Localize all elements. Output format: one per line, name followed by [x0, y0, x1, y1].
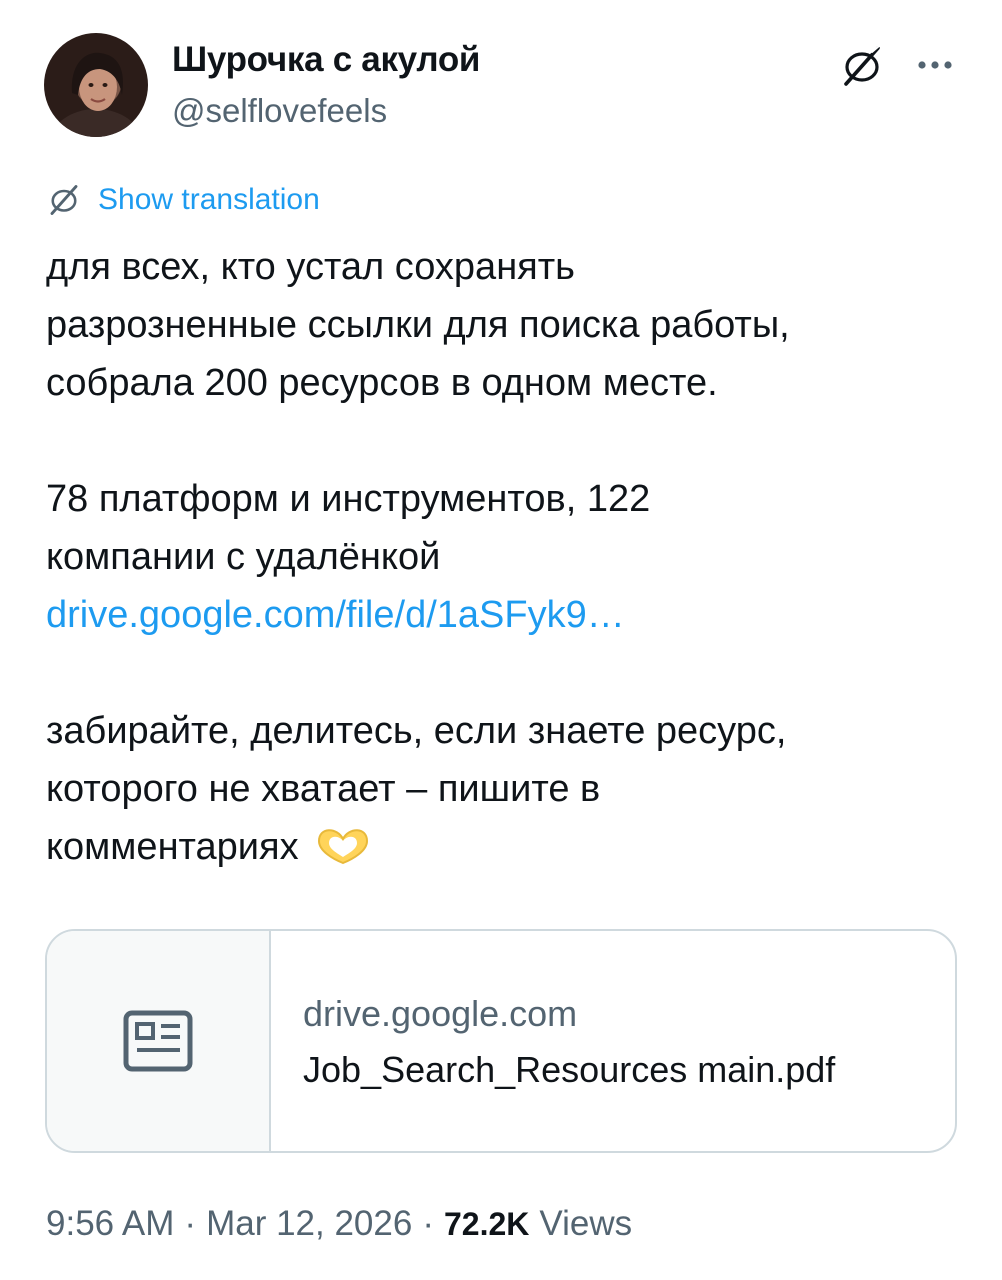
tweet-text-line: для всех, кто устал сохранять	[46, 246, 575, 288]
tweet-time[interactable]: 9:56 AM	[46, 1204, 174, 1244]
document-icon	[123, 1010, 193, 1072]
tweet-text-line: комментариях	[46, 826, 299, 868]
tweet-text-line: которого не хватает – пишите в	[46, 768, 601, 810]
show-translation-label: Show translation	[98, 183, 320, 216]
tweet-link[interactable]: drive.google.com/file/d/1aSFyk9…	[46, 594, 625, 636]
link-preview-card[interactable]: drive.google.com Job_Search_Resources ma…	[45, 929, 957, 1153]
show-translation-button[interactable]: Show translation	[46, 182, 320, 218]
tweet-text-line: собрала 200 ресурсов в одном месте.	[46, 362, 718, 404]
grok-icon[interactable]	[838, 42, 886, 90]
tweet-date[interactable]: Mar 12, 2026	[206, 1204, 412, 1244]
tweet-meta: 9:56 AM · Mar 12, 2026 · 72.2K Views	[46, 1204, 632, 1244]
author-handle[interactable]: @selflovefeels	[172, 92, 387, 130]
views-count[interactable]: 72.2K	[444, 1206, 529, 1243]
card-thumbnail	[47, 931, 271, 1151]
card-title: Job_Search_Resources main.pdf	[303, 1049, 836, 1090]
tweet-text-line: разрозненные ссылки для поиска работы,	[46, 304, 790, 346]
heart-hands-emoji-icon	[313, 824, 373, 865]
tweet-text-line: 78 платформ и инструментов, 122	[46, 478, 651, 520]
meta-separator: ·	[184, 1204, 197, 1243]
more-options-icon[interactable]	[912, 42, 958, 88]
views-label[interactable]: Views	[539, 1204, 632, 1244]
card-domain: drive.google.com	[303, 993, 578, 1034]
grok-icon	[46, 182, 82, 218]
tweet-text: для всех, кто устал сохранять разрозненн…	[46, 238, 966, 876]
tweet: Шурочка с акулой @selflovefeels Show tra…	[0, 0, 1002, 1280]
tweet-text-line: забирайте, делитесь, если знаете ресурс,	[46, 710, 787, 752]
card-text: drive.google.com Job_Search_Resources ma…	[271, 931, 835, 1151]
avatar[interactable]	[44, 33, 148, 137]
tweet-text-line: компании с удалёнкой	[46, 536, 441, 578]
meta-separator: ·	[422, 1204, 434, 1243]
author-display-name[interactable]: Шурочка с акулой	[172, 40, 480, 80]
